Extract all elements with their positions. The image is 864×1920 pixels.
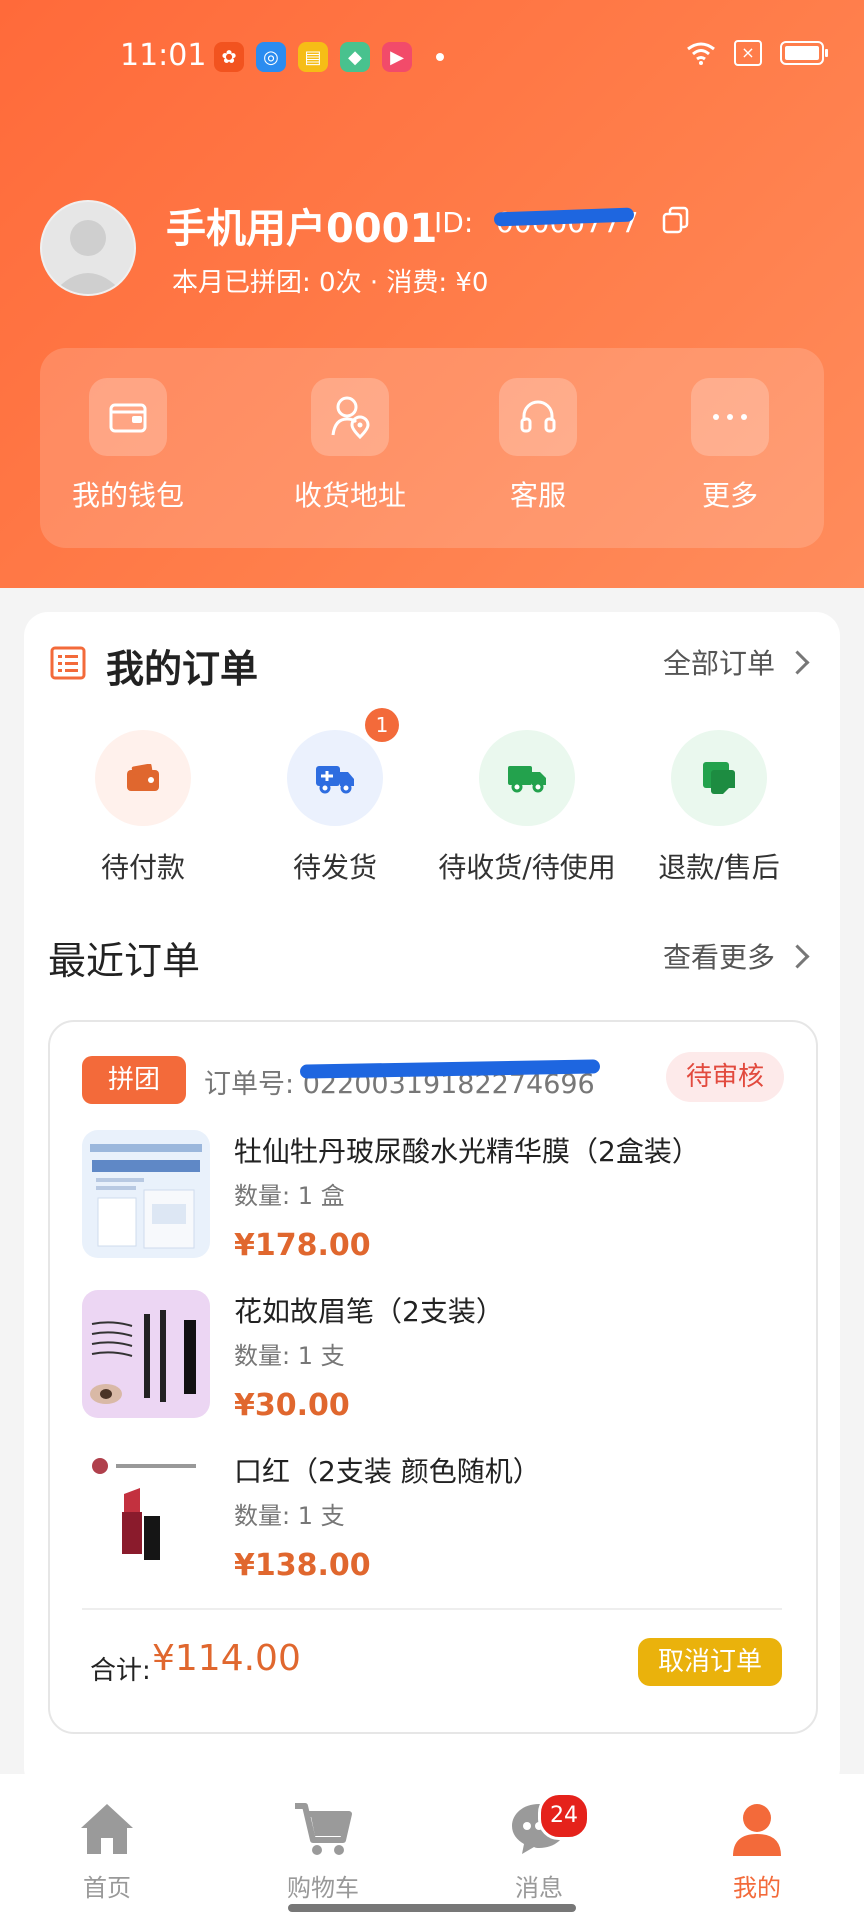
status-pending-payment[interactable]: 待付款 [48, 730, 238, 886]
product-name: 口红（2支装 颜色随机） [234, 1455, 541, 1488]
quick-action-label: 收货地址 [293, 479, 406, 512]
store-notification-icon: ◆ [340, 42, 370, 72]
home-icon [81, 1804, 133, 1854]
video-notification-icon: ▶ [382, 42, 412, 72]
user-id-label: ID: [434, 206, 474, 239]
status-pending-shipment[interactable]: 1 待发货 [240, 708, 430, 886]
truck-icon [479, 730, 575, 826]
profile-header: 11:01 ✿ ◎ ▤ ◆ ▶ × 手机用户0001 ID: 00000777 … [0, 0, 864, 588]
status-label: 待发货 [292, 851, 377, 884]
quick-action-label: 我的钱包 [71, 479, 184, 512]
pending-shipment-badge: 1 [365, 708, 399, 742]
user-stats: 本月已拼团: 0次 · 消费: ¥0 [172, 268, 489, 298]
nav-label: 首页 [83, 1874, 131, 1902]
bottom-nav: 首页 购物车 24 消息 我的 [0, 1774, 864, 1920]
more-icon [691, 378, 769, 456]
all-orders-label: 全部订单 [662, 647, 775, 680]
user-name: 手机用户0001 [166, 206, 438, 252]
order-card[interactable]: 拼团 订单号: 02200319182274696 待审核 牡仙牡丹玻尿酸水光精… [48, 1020, 818, 1734]
product-image-lipstick [82, 1450, 210, 1578]
order-list-icon [50, 646, 86, 680]
avatar[interactable] [40, 200, 136, 296]
quick-action-label: 客服 [509, 479, 566, 512]
cart-icon [295, 1803, 352, 1855]
order-status-badge: 待审核 [666, 1052, 784, 1102]
product-image-eyebrow-pencil [82, 1290, 210, 1418]
copy-icon[interactable] [662, 206, 690, 234]
notes-notification-icon: ▤ [298, 42, 328, 72]
cancel-order-button[interactable]: 取消订单 [638, 1638, 782, 1686]
recent-orders-title: 最近订单 [48, 939, 201, 983]
product-quantity: 数量: 1 盒 [234, 1182, 345, 1210]
status-time: 11:01 [120, 38, 207, 73]
chevron-right-icon [785, 943, 810, 969]
total-value: ¥114.00 [152, 1638, 301, 1679]
battery-icon [780, 41, 828, 65]
orders-title: 我的订单 [106, 647, 259, 691]
more-notifications-dot [436, 53, 444, 61]
home-indicator[interactable] [288, 1904, 576, 1912]
status-label: 待收货/待使用 [438, 851, 616, 884]
nav-messages[interactable]: 24 消息 [474, 1792, 604, 1903]
product-price: ¥178.00 [234, 1228, 371, 1263]
orders-card: 我的订单 全部订单 待付款 1 待发货 待收货/待使用 退款/售后 最近订单 查… [24, 612, 840, 1792]
nav-label-active: 我的 [733, 1874, 781, 1902]
total-label: 合计: [90, 1656, 151, 1686]
nav-label: 购物车 [287, 1874, 359, 1902]
order-item[interactable]: 口红（2支装 颜色随机） 数量: 1 支 ¥138.00 [82, 1450, 782, 1600]
order-item[interactable]: 牡仙牡丹玻尿酸水光精华膜（2盒装） 数量: 1 盒 ¥178.00 [82, 1130, 782, 1280]
system-status-icons: × [686, 40, 828, 66]
all-orders-link[interactable]: 全部订单 [662, 642, 810, 682]
status-label: 退款/售后 [658, 851, 780, 884]
refund-icon [671, 730, 767, 826]
product-quantity: 数量: 1 支 [234, 1342, 345, 1370]
notification-icons: ✿ ◎ ▤ ◆ ▶ [214, 42, 444, 72]
product-price: ¥30.00 [234, 1388, 350, 1423]
location-icon [311, 378, 389, 456]
status-refund[interactable]: 退款/售后 [624, 730, 814, 886]
divider [82, 1608, 782, 1610]
browser-notification-icon: ◎ [256, 42, 286, 72]
quick-action-more[interactable]: 更多 [650, 378, 810, 514]
delivery-truck-icon: 1 [287, 708, 399, 826]
nav-cart[interactable]: 购物车 [258, 1800, 388, 1903]
quick-action-service[interactable]: 客服 [458, 378, 618, 514]
no-sim-icon: × [734, 40, 762, 66]
app-notification-icon: ✿ [214, 42, 244, 72]
wallet-icon [95, 730, 191, 826]
nav-profile[interactable]: 我的 [692, 1800, 822, 1903]
product-quantity: 数量: 1 支 [234, 1502, 345, 1530]
nav-label: 消息 [515, 1874, 563, 1902]
view-more-label: 查看更多 [662, 941, 775, 974]
product-image-mask [82, 1130, 210, 1258]
product-name: 牡仙牡丹玻尿酸水光精华膜（2盒装） [234, 1135, 700, 1168]
headset-icon [499, 378, 577, 456]
product-price: ¥138.00 [234, 1548, 371, 1583]
chevron-right-icon [785, 649, 810, 675]
wallet-icon [89, 378, 167, 456]
order-item[interactable]: 花如故眉笔（2支装） 数量: 1 支 ¥30.00 [82, 1290, 782, 1440]
view-more-link[interactable]: 查看更多 [662, 936, 810, 976]
default-avatar-icon [52, 220, 124, 294]
messages-badge: 24 [538, 1792, 590, 1840]
order-number-label: 订单号: [204, 1069, 295, 1100]
status-pending-receipt[interactable]: 待收货/待使用 [432, 730, 622, 886]
nav-home[interactable]: 首页 [42, 1800, 172, 1903]
quick-action-address[interactable]: 收货地址 [270, 378, 430, 514]
quick-actions-panel: 我的钱包 收货地址 客服 更多 [40, 348, 824, 548]
quick-action-label: 更多 [701, 479, 758, 512]
group-buy-tag: 拼团 [82, 1056, 186, 1104]
wifi-icon [687, 42, 715, 65]
status-label: 待付款 [100, 851, 185, 884]
quick-action-wallet[interactable]: 我的钱包 [48, 378, 208, 514]
profile-icon [733, 1804, 781, 1856]
product-name: 花如故眉笔（2支装） [234, 1295, 504, 1328]
